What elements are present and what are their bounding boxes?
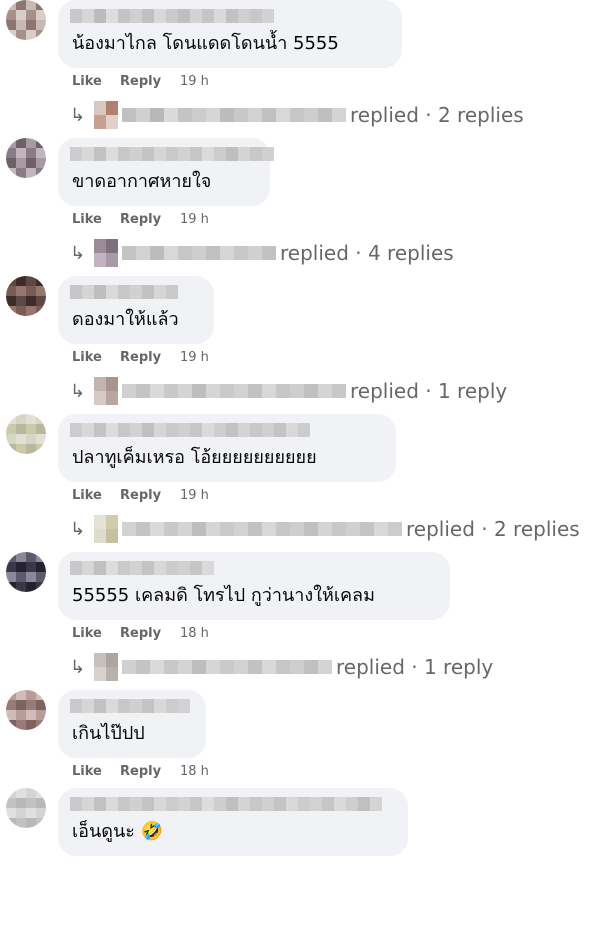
like-link[interactable]: Like — [72, 626, 120, 641]
comment-timestamp[interactable]: 19 h — [180, 212, 209, 227]
comment-bubble: น้องมาไกล โดนแดดโดนน้ำ 5555 — [58, 0, 402, 68]
comment-bubble: ปลาทูเค็มเหรอ โอ้ยยยยยยยยยย — [58, 414, 396, 482]
replies-count[interactable]: replied · 4 replies — [280, 241, 454, 265]
reply-arrow-icon: ↳ — [70, 518, 86, 540]
comment-actions: Like Reply 18 h — [72, 764, 209, 779]
reply-arrow-icon: ↳ — [70, 656, 86, 678]
blurred-avatar[interactable] — [6, 276, 46, 316]
comment-text: เอ็นดูนะ 🤣 — [72, 821, 164, 842]
blurred-author-name[interactable] — [70, 561, 214, 575]
reply-author-names — [122, 660, 332, 674]
comment-bubble: 55555 เคลมดิ โทรไป กูว่านางให้เคลม — [58, 552, 450, 620]
replies-count[interactable]: replied · 1 reply — [336, 655, 493, 679]
comment-bubble: เกินไป๊ปป — [58, 690, 206, 758]
reply-author-names — [122, 246, 276, 260]
comment-actions: Like Reply 19 h — [72, 74, 209, 89]
comment-text: เกินไป๊ปป — [72, 723, 145, 744]
blurred-avatar[interactable] — [6, 414, 46, 454]
comment-bubble: เอ็นดูนะ 🤣 — [58, 788, 408, 856]
comment-text: ขาดอากาศหายใจ — [72, 171, 212, 192]
reply-link[interactable]: Reply — [120, 212, 180, 227]
comment-text: ปลาทูเค็มเหรอ โอ้ยยยยยยยยยย — [72, 447, 317, 468]
view-replies-link[interactable]: ↳ replied · 2 replies — [70, 100, 524, 130]
like-link[interactable]: Like — [72, 764, 120, 779]
comment-actions: Like Reply 19 h — [72, 212, 209, 227]
comment-actions: Like Reply 19 h — [72, 488, 209, 503]
view-replies-link[interactable]: ↳ replied · 1 reply — [70, 376, 507, 406]
reply-author-avatar — [94, 515, 118, 543]
like-link[interactable]: Like — [72, 212, 120, 227]
reply-link[interactable]: Reply — [120, 626, 180, 641]
blurred-author-name[interactable] — [70, 699, 190, 713]
blurred-author-name[interactable] — [70, 797, 382, 811]
reply-author-names — [122, 522, 402, 536]
comment-bubble: ขาดอากาศหายใจ — [58, 138, 274, 206]
reply-link[interactable]: Reply — [120, 764, 180, 779]
comment-timestamp[interactable]: 19 h — [180, 488, 209, 503]
reply-link[interactable]: Reply — [120, 350, 180, 365]
comment-item: ขาดอากาศหายใจ Like Reply 19 h ↳ replied · 4 r… — [0, 138, 600, 276]
reply-arrow-icon: ↳ — [70, 380, 86, 402]
view-replies-link[interactable]: ↳ replied · 1 reply — [70, 652, 493, 682]
reply-arrow-icon: ↳ — [70, 104, 86, 126]
comment-actions: Like Reply 19 h — [72, 350, 209, 365]
comment-bubble: ดองมาให้แล้ว — [58, 276, 214, 344]
comment-item: ปลาทูเค็มเหรอ โอ้ยยยยยยยยยย Like Reply 19 h… — [0, 414, 600, 552]
replies-count[interactable]: replied · 2 replies — [406, 517, 580, 541]
blurred-author-name[interactable] — [70, 423, 310, 437]
reply-link[interactable]: Reply — [120, 74, 180, 89]
view-replies-link[interactable]: ↳ replied · 2 replies — [70, 514, 580, 544]
comment-item: ดองมาให้แล้ว Like Reply 19 h ↳ replied · 1 re… — [0, 276, 600, 414]
reply-author-avatar — [94, 101, 118, 129]
like-link[interactable]: Like — [72, 350, 120, 365]
blurred-avatar[interactable] — [6, 552, 46, 592]
blurred-author-name[interactable] — [70, 9, 274, 23]
reply-arrow-icon: ↳ — [70, 242, 86, 264]
comment-actions: Like Reply 18 h — [72, 626, 209, 641]
comment-timestamp[interactable]: 19 h — [180, 74, 209, 89]
like-link[interactable]: Like — [72, 488, 120, 503]
blurred-avatar[interactable] — [6, 138, 46, 178]
comment-item: เอ็นดูนะ 🤣LikeReply — [0, 788, 600, 926]
blurred-avatar[interactable] — [6, 0, 46, 40]
like-link[interactable]: Like — [72, 74, 120, 89]
replies-count[interactable]: replied · 2 replies — [350, 103, 524, 127]
reply-author-avatar — [94, 239, 118, 267]
reply-author-avatar — [94, 377, 118, 405]
blurred-avatar[interactable] — [6, 690, 46, 730]
comment-timestamp[interactable]: 19 h — [180, 350, 209, 365]
comment-item: 55555 เคลมดิ โทรไป กูว่านางให้เคลม Like Re… — [0, 552, 600, 690]
comment-timestamp[interactable]: 18 h — [180, 764, 209, 779]
blurred-author-name[interactable] — [70, 147, 274, 161]
comment-text: 55555 เคลมดิ โทรไป กูว่านางให้เคลม — [72, 585, 375, 606]
comment-item: น้องมาไกล โดนแดดโดนน้ำ 5555 Like Reply 19 h… — [0, 0, 600, 138]
reply-link[interactable]: Reply — [120, 488, 180, 503]
comment-timestamp[interactable]: 18 h — [180, 626, 209, 641]
comment-text: น้องมาไกล โดนแดดโดนน้ำ 5555 — [72, 33, 339, 54]
view-replies-link[interactable]: ↳ replied · 4 replies — [70, 238, 454, 268]
comment-text: ดองมาให้แล้ว — [72, 309, 179, 330]
blurred-author-name[interactable] — [70, 285, 178, 299]
reply-author-avatar — [94, 653, 118, 681]
reply-author-names — [122, 384, 346, 398]
reply-author-names — [122, 108, 346, 122]
blurred-avatar[interactable] — [6, 788, 46, 828]
replies-count[interactable]: replied · 1 reply — [350, 379, 507, 403]
